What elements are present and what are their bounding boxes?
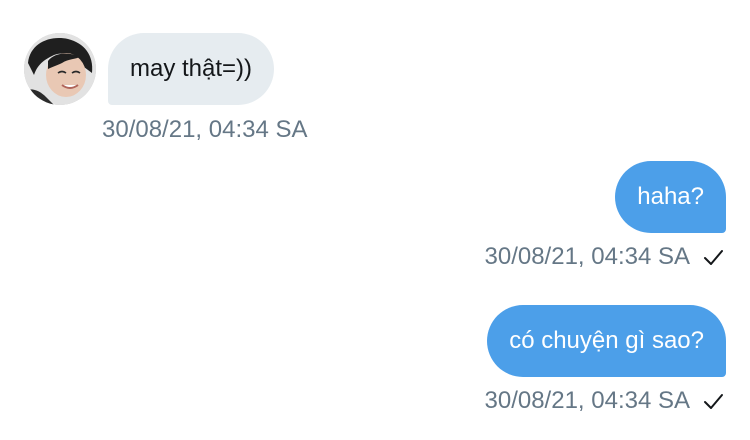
message-text: haha? <box>637 183 704 210</box>
message-timestamp: 30/08/21, 04:34 SA <box>484 387 691 414</box>
check-icon <box>702 390 724 412</box>
message-text: may thật=)) <box>130 55 253 82</box>
outgoing-message-bubble[interactable]: haha? <box>615 161 726 233</box>
message-meta: 30/08/21, 04:34 SA <box>485 387 725 415</box>
conversation-thread: may thật=)) 30/08/21, 04:34 SA haha? 30/… <box>0 0 750 440</box>
incoming-message-bubble[interactable]: may thật=)) <box>108 33 275 105</box>
message-timestamp: 30/08/21, 04:34 SA <box>102 116 308 143</box>
message-meta: 30/08/21, 04:34 SA <box>102 116 308 144</box>
outgoing-message-bubble[interactable]: có chuyện gì sao? <box>487 305 726 377</box>
message-meta: 30/08/21, 04:34 SA <box>485 243 725 271</box>
check-icon <box>702 246 724 268</box>
sender-avatar[interactable] <box>24 33 96 105</box>
message-text: có chuyện gì sao? <box>509 327 704 354</box>
avatar-photo-icon <box>24 33 96 105</box>
message-timestamp: 30/08/21, 04:34 SA <box>484 243 691 270</box>
